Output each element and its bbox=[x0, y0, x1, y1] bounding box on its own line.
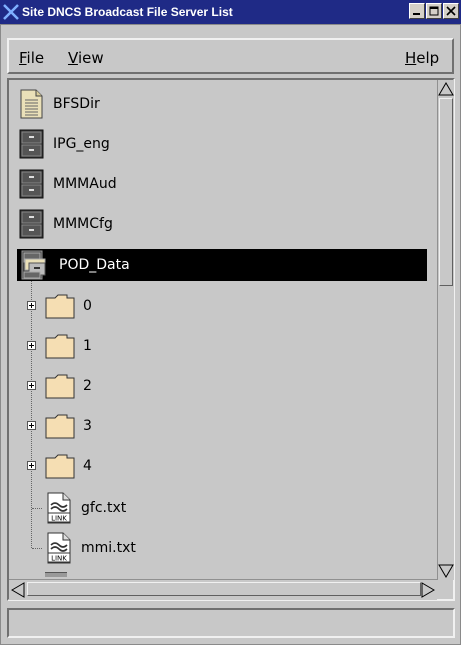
scroll-up-icon[interactable] bbox=[438, 82, 454, 96]
menu-view[interactable]: View bbox=[68, 49, 104, 67]
horizontal-scroll-thumb[interactable] bbox=[27, 582, 421, 596]
menu-help-mnemonic: H bbox=[405, 49, 417, 67]
open-cabinet-icon bbox=[21, 250, 46, 280]
link-badge: LINK bbox=[51, 555, 67, 563]
scroll-left-icon[interactable] bbox=[11, 582, 25, 598]
folder-icon bbox=[45, 334, 75, 359]
file-tree-panel: BFSDir IPG_eng MMMAud MMMCfg POD_Data 0 … bbox=[7, 78, 455, 601]
tree-item-label: 0 bbox=[83, 298, 92, 314]
cabinet-icon bbox=[19, 169, 44, 199]
tree-item-label: 1 bbox=[83, 338, 92, 354]
tree-item-mmi-txt[interactable]: LINK mmi.txt bbox=[17, 532, 136, 564]
tree-item-label: IPG_eng bbox=[53, 136, 110, 152]
tree-item-folder-0[interactable]: 0 bbox=[17, 290, 92, 322]
horizontal-scrollbar[interactable] bbox=[9, 579, 437, 600]
tree-item-label: POD_Data bbox=[59, 257, 130, 273]
menu-file-mnemonic: F bbox=[19, 49, 27, 67]
minimize-button[interactable] bbox=[409, 3, 425, 19]
tree-item-folder-3[interactable]: 3 bbox=[17, 410, 92, 442]
tree-item-mmmcfg[interactable]: MMMCfg bbox=[17, 208, 113, 240]
close-icon bbox=[446, 6, 456, 16]
maximize-button[interactable] bbox=[426, 3, 442, 19]
link-file-icon: LINK bbox=[47, 492, 71, 524]
maximize-icon bbox=[429, 6, 439, 16]
menu-file[interactable]: File bbox=[19, 49, 44, 67]
status-bar bbox=[7, 608, 455, 638]
tree-item-pod-data[interactable]: POD_Data bbox=[17, 249, 427, 281]
folder-icon bbox=[45, 414, 75, 439]
tree-item-label: 3 bbox=[83, 418, 92, 434]
title-bar[interactable]: Site DNCS Broadcast File Server List bbox=[0, 0, 461, 24]
folder-icon bbox=[45, 294, 75, 319]
tree-item-bfsdir[interactable]: BFSDir bbox=[17, 88, 100, 120]
scroll-right-icon[interactable] bbox=[421, 582, 435, 598]
partial-item bbox=[45, 572, 67, 577]
tree-item-label: MMMAud bbox=[53, 176, 117, 192]
vertical-scrollbar[interactable] bbox=[437, 80, 454, 580]
menu-view-rest: iew bbox=[77, 49, 104, 67]
tree-item-folder-4[interactable]: 4 bbox=[17, 450, 92, 482]
expand-icon[interactable] bbox=[27, 381, 36, 390]
tree-item-ipg-eng[interactable]: IPG_eng bbox=[17, 128, 110, 160]
tree-item-mmmaud[interactable]: MMMAud bbox=[17, 168, 117, 200]
folder-icon bbox=[45, 454, 75, 479]
expand-icon[interactable] bbox=[27, 301, 36, 310]
document-icon bbox=[20, 89, 43, 119]
menu-help-rest: elp bbox=[416, 49, 440, 67]
menu-help[interactable]: Help bbox=[405, 49, 439, 67]
scroll-down-icon[interactable] bbox=[438, 564, 454, 578]
tree-item-label: gfc.txt bbox=[81, 500, 127, 516]
tree-item-label: 4 bbox=[83, 458, 92, 474]
app-x-icon bbox=[2, 3, 20, 21]
tree-item-folder-2[interactable]: 2 bbox=[17, 370, 92, 402]
cabinet-icon bbox=[19, 129, 44, 159]
link-badge: LINK bbox=[51, 515, 67, 523]
vertical-scroll-thumb[interactable] bbox=[439, 98, 453, 286]
tree-item-label: BFSDir bbox=[53, 96, 100, 112]
window-title: Site DNCS Broadcast File Server List bbox=[22, 5, 233, 19]
tree-item-gfc-txt[interactable]: LINK gfc.txt bbox=[17, 492, 126, 524]
menu-file-rest: ile bbox=[26, 49, 45, 67]
expand-icon[interactable] bbox=[27, 341, 36, 350]
expand-icon[interactable] bbox=[27, 461, 36, 470]
tree-item-folder-1[interactable]: 1 bbox=[17, 330, 92, 362]
menu-view-mnemonic: V bbox=[68, 49, 78, 67]
folder-icon bbox=[45, 374, 75, 399]
close-button[interactable] bbox=[443, 3, 459, 19]
tree-item-label: 2 bbox=[83, 378, 92, 394]
cabinet-icon bbox=[19, 209, 44, 239]
tree-item-label: MMMCfg bbox=[53, 216, 113, 232]
tree-item-label: mmi.txt bbox=[81, 540, 136, 556]
minimize-icon bbox=[413, 13, 420, 15]
expand-icon[interactable] bbox=[27, 421, 36, 430]
link-file-icon: LINK bbox=[47, 532, 71, 564]
menu-bar: File View Help bbox=[7, 38, 454, 74]
file-tree[interactable]: BFSDir IPG_eng MMMAud MMMCfg POD_Data 0 … bbox=[17, 80, 435, 577]
